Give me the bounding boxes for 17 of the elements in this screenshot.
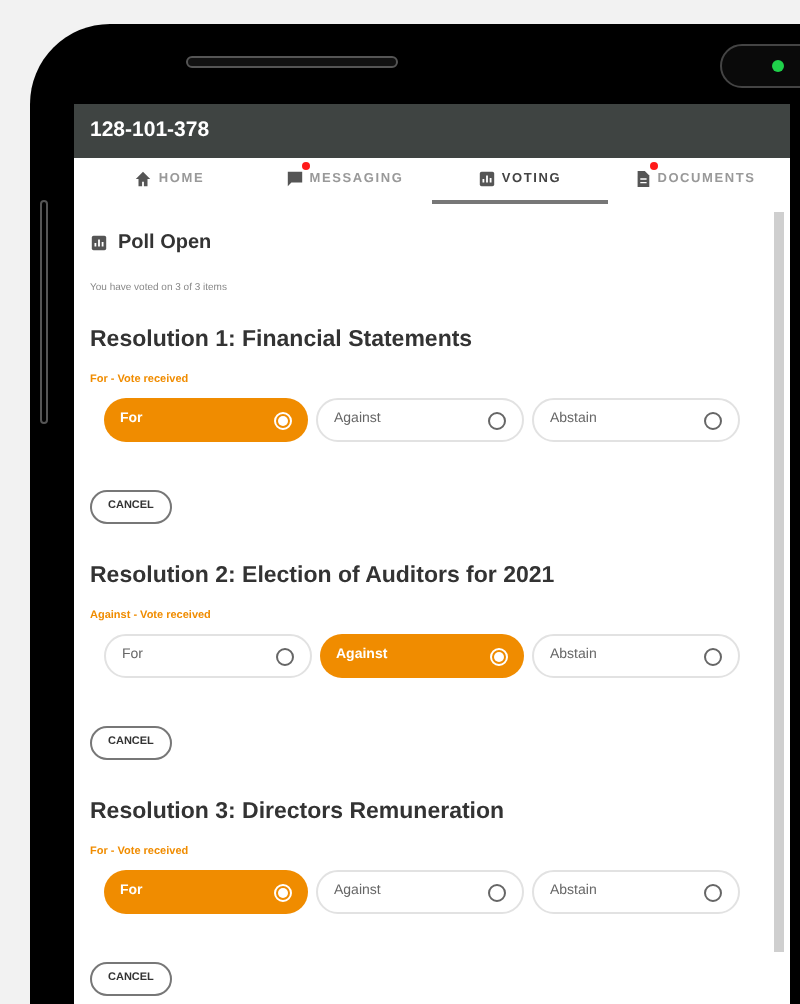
- radio-button[interactable]: [488, 411, 506, 429]
- radio-button[interactable]: [276, 647, 294, 665]
- poll-status: Poll Open: [118, 230, 212, 258]
- radio-button[interactable]: [704, 647, 722, 665]
- resolution-title: Resolution 3: Directors Remuneration: [90, 798, 507, 826]
- chart-icon: [90, 234, 108, 252]
- home-icon: [134, 170, 153, 188]
- chart-icon: [477, 170, 496, 188]
- resolution-title: Resolution 2: Election of Auditors for 2021: [90, 562, 557, 590]
- radio-button[interactable]: [704, 883, 722, 901]
- radio-button[interactable]: [704, 411, 722, 429]
- meeting-id: 128-101-378: [90, 115, 210, 146]
- scrollbar[interactable]: [774, 212, 784, 952]
- document-icon: [633, 170, 652, 188]
- chat-icon: [285, 170, 304, 188]
- radio-button[interactable]: [488, 883, 506, 901]
- resolution-title: Resolution 1: Financial Statements: [90, 326, 475, 354]
